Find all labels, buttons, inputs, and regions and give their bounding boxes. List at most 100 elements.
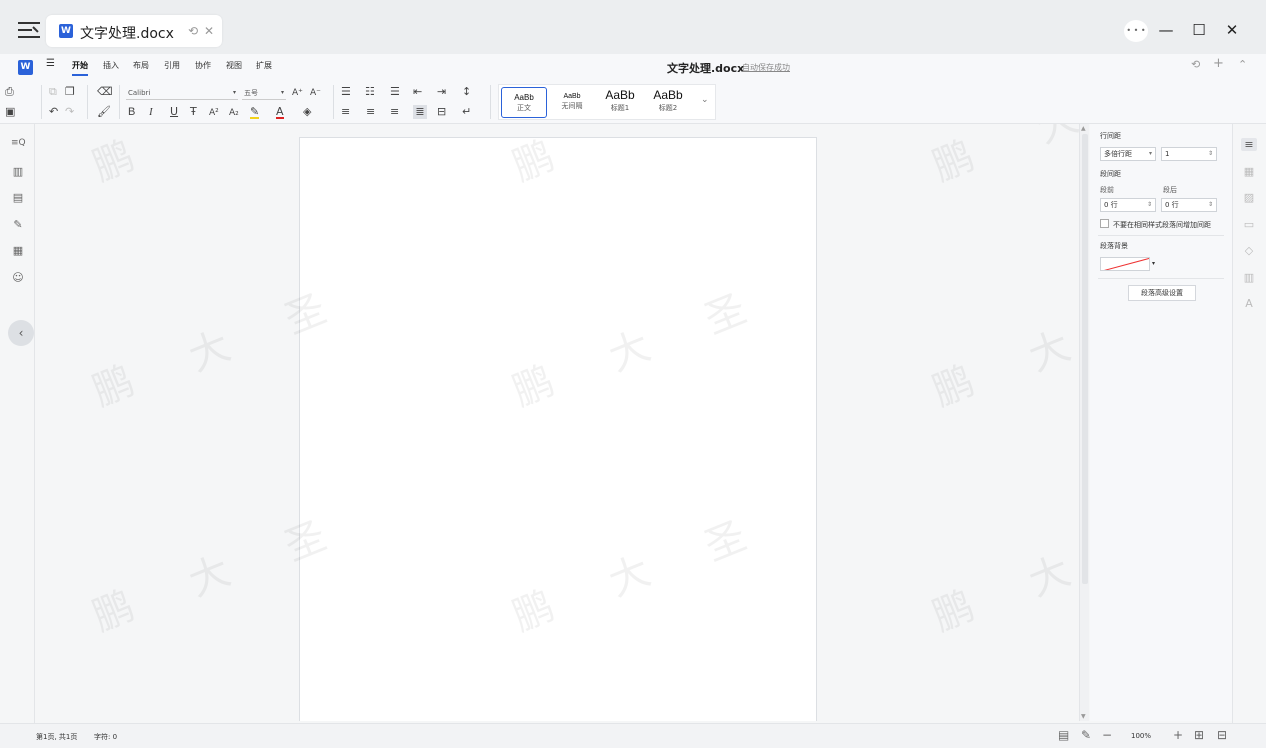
text-art-icon[interactable]: A (1241, 297, 1257, 310)
tab-extensions[interactable]: 扩展 (256, 60, 272, 71)
app-logo-icon: W (18, 60, 33, 75)
increase-indent-icon[interactable]: ⇥ (437, 85, 446, 99)
scroll-up-icon[interactable]: ▲ (1081, 125, 1086, 132)
find-replace-icon[interactable]: ≡Q (11, 138, 26, 148)
superscript-button[interactable]: A² (209, 106, 219, 120)
align-left-icon[interactable]: ≡ (341, 105, 350, 119)
align-center-icon[interactable]: ≡ (366, 105, 375, 119)
tab-view[interactable]: 视图 (226, 60, 242, 71)
font-size-select[interactable]: 五号 ▾ (242, 87, 286, 100)
watermark-text: 鹏 (926, 132, 981, 191)
underline-button[interactable]: U (170, 105, 178, 119)
italic-button[interactable]: I (149, 105, 153, 119)
left-sidebar: ≡Q ▥ ▤ ✎ ▦ ☺ (0, 124, 35, 724)
table-settings-icon[interactable]: ▦ (1241, 165, 1257, 178)
document-page[interactable] (299, 137, 817, 721)
vertical-scrollbar[interactable]: ▲ ▼ (1079, 124, 1089, 721)
image-settings-icon[interactable]: ▨ (1241, 191, 1257, 204)
font-name-select[interactable]: Calibri ▾ (126, 87, 238, 100)
scrollbar-thumb[interactable] (1082, 134, 1088, 584)
fit-page-icon[interactable]: ⊞ (1194, 728, 1204, 742)
zoom-in-button[interactable]: + (1173, 728, 1183, 742)
watermark-text: 鹏 (86, 357, 141, 416)
eraser-icon[interactable]: ⌫ (97, 85, 113, 99)
tab-references[interactable]: 引用 (164, 60, 180, 71)
para-bg-color-picker[interactable] (1100, 257, 1150, 271)
style-heading1[interactable]: AaBb 标题1 (597, 87, 643, 118)
watermark-text: 鹏 (926, 357, 981, 416)
collapse-sidebar-button[interactable]: ‹ (8, 320, 34, 346)
justify-icon[interactable]: ≣ (413, 105, 427, 119)
save-icon[interactable]: ▣ (5, 105, 15, 119)
no-space-same-style-checkbox[interactable] (1100, 219, 1109, 228)
undo-icon[interactable]: ↶ (49, 105, 58, 119)
chat-icon[interactable]: ☺ (11, 271, 25, 284)
styles-more-icon[interactable]: ⌄ (701, 95, 709, 105)
shape-settings-icon[interactable]: ◇ (1241, 244, 1257, 257)
print-icon[interactable]: ⎙ (5, 85, 14, 99)
history-icon[interactable]: ⟲ (1191, 58, 1200, 71)
tab-home[interactable]: 开始 (72, 60, 88, 76)
close-window-button[interactable]: ✕ (1222, 21, 1242, 39)
autosave-status[interactable]: 自动保存成功 (742, 62, 790, 73)
scroll-down-icon[interactable]: ▼ (1081, 713, 1086, 720)
advanced-paragraph-settings-button[interactable]: 段落高级设置 (1128, 285, 1196, 301)
paragraph-settings-icon[interactable]: ≡ (1241, 138, 1257, 151)
zoom-level[interactable]: 100% (1131, 732, 1151, 740)
fit-width-icon[interactable]: ⊟ (1217, 728, 1227, 742)
add-icon[interactable]: + (1213, 56, 1224, 71)
comment-icon[interactable]: ▤ (11, 191, 25, 204)
highlight-color-icon[interactable]: ✎ (250, 105, 260, 119)
document-tab[interactable]: W 文字处理.docx ⟲ ✕ (46, 15, 222, 47)
tab-collaborate[interactable]: 协作 (195, 60, 211, 71)
tab-insert[interactable]: 插入 (103, 60, 119, 71)
collapse-ribbon-icon[interactable]: ⌃ (1238, 58, 1247, 71)
copy-icon[interactable]: ⧉ (49, 85, 57, 99)
subscript-button[interactable]: A₂ (229, 106, 239, 120)
line-spacing-icon[interactable]: ↕ (462, 85, 471, 99)
numbered-list-icon[interactable]: ☷ (365, 85, 375, 99)
close-tab-icon[interactable]: ✕ (204, 24, 214, 38)
navigation-icon[interactable]: ▥ (11, 165, 25, 178)
tab-layout[interactable]: 布局 (133, 60, 149, 71)
ribbon-menu-icon[interactable]: ☰ (46, 58, 55, 69)
after-label: 段后 (1163, 186, 1177, 194)
chart-settings-icon[interactable]: ▥ (1241, 271, 1257, 284)
font-color-icon[interactable]: A (276, 105, 284, 119)
zoom-out-button[interactable]: − (1102, 728, 1112, 742)
style-normal[interactable]: AaBb 正文 (501, 87, 547, 118)
style-heading2[interactable]: AaBb 标题2 (645, 87, 691, 118)
outline-icon[interactable]: ▦ (11, 244, 25, 257)
sync-icon[interactable]: ⟲ (188, 24, 198, 38)
paragraph-properties-panel (1090, 124, 1232, 721)
grow-font-button[interactable]: A⁺ (292, 86, 303, 100)
paste-icon[interactable]: ❐ (65, 85, 75, 99)
main-menu-icon[interactable] (18, 22, 40, 40)
track-changes-icon[interactable]: ✎ (11, 218, 25, 231)
shrink-font-button[interactable]: A⁻ (310, 86, 321, 100)
format-painter-icon[interactable]: 🖌 (97, 105, 111, 119)
header-footer-icon[interactable]: ▭ (1241, 218, 1257, 231)
line-spacing-value-input[interactable]: 1 ⇕ (1161, 147, 1217, 161)
decrease-indent-icon[interactable]: ⇤ (413, 85, 422, 99)
line-spacing-mode-select[interactable]: 多倍行距 ▾ (1100, 147, 1156, 161)
space-before-input[interactable]: 0 行 ⇕ (1100, 198, 1156, 212)
bg-color-dropdown-icon[interactable]: ▾ (1152, 260, 1155, 267)
shading-color-icon[interactable]: ◈ (303, 105, 311, 119)
bullet-list-icon[interactable]: ☰ (341, 85, 351, 99)
word-count[interactable]: 字符: 0 (94, 732, 117, 742)
style-no-spacing[interactable]: AaBb 无间隔 (549, 87, 595, 118)
distributed-icon[interactable]: ⊟ (437, 105, 446, 119)
paragraph-mark-icon[interactable]: ↵ (462, 105, 471, 119)
edit-mode-icon[interactable]: ✎ (1081, 728, 1091, 742)
minimize-button[interactable]: — (1156, 21, 1176, 39)
redo-icon[interactable]: ↷ (65, 105, 74, 119)
multilevel-list-icon[interactable]: ☰ (390, 85, 400, 99)
strikethrough-button[interactable]: Ŧ (190, 105, 197, 119)
bold-button[interactable]: B (128, 105, 135, 119)
page-view-icon[interactable]: ▤ (1058, 728, 1069, 742)
maximize-button[interactable]: ☐ (1189, 21, 1209, 39)
space-after-input[interactable]: 0 行 ⇕ (1161, 198, 1217, 212)
user-avatar[interactable]: • • • (1124, 20, 1148, 42)
align-right-icon[interactable]: ≡ (390, 105, 399, 119)
